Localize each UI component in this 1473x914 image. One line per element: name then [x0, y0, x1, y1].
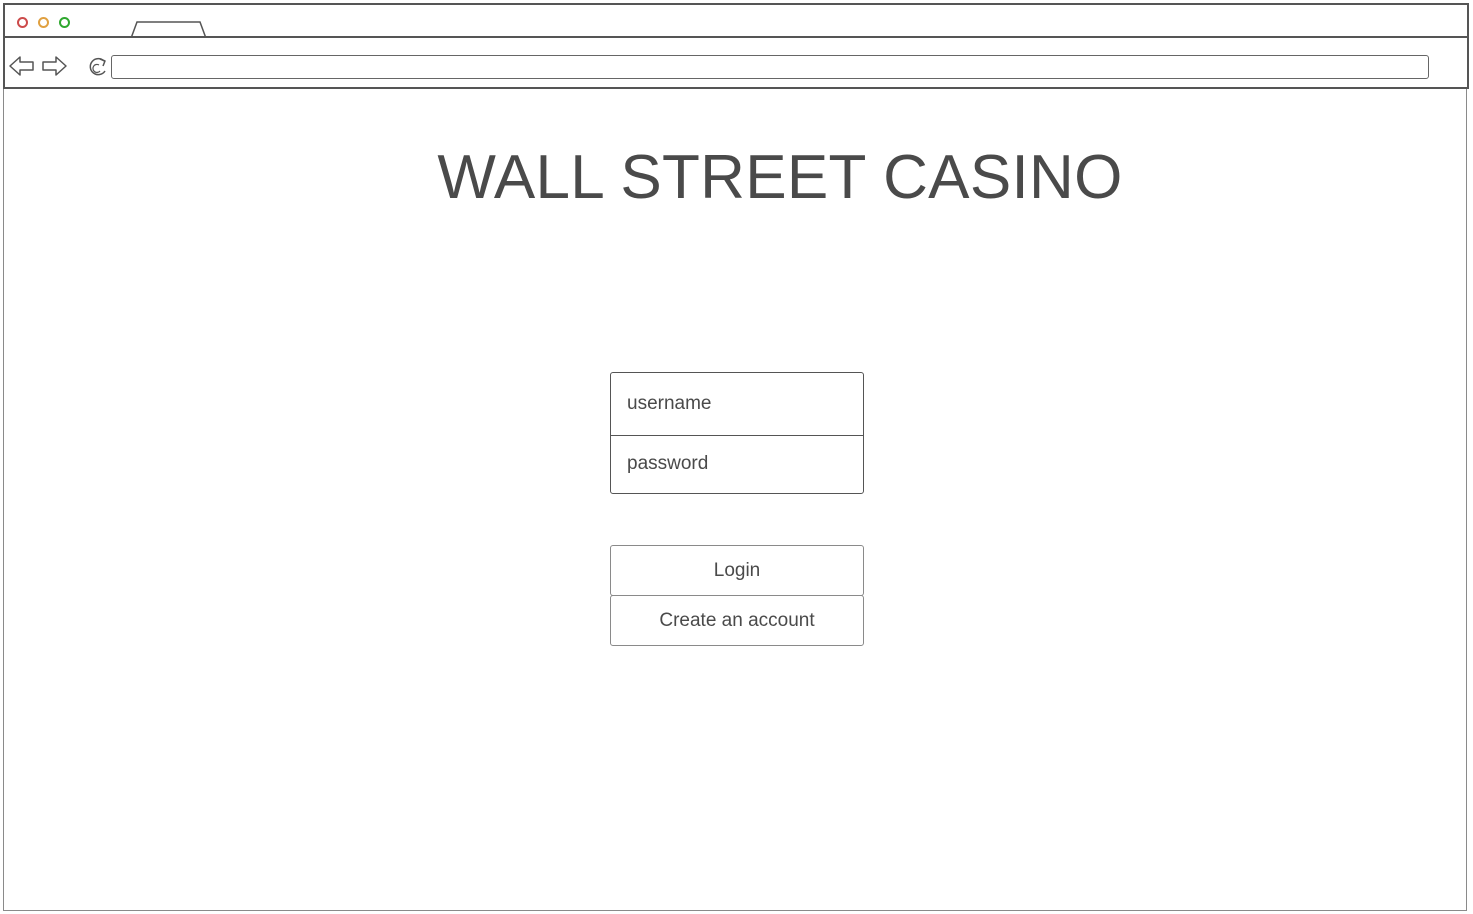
create-account-button[interactable]: Create an account: [610, 595, 864, 646]
arrow-right-icon[interactable]: [41, 55, 67, 77]
login-button[interactable]: Login: [610, 545, 864, 596]
username-input[interactable]: [611, 373, 863, 436]
minimize-window-dot[interactable]: [38, 17, 49, 28]
reload-icon[interactable]: [86, 55, 110, 79]
arrow-left-icon[interactable]: [9, 55, 35, 77]
close-window-dot[interactable]: [17, 17, 28, 28]
address-bar-input[interactable]: [111, 55, 1429, 79]
login-form: [610, 372, 864, 494]
page-title: WALL STREET CASINO: [437, 143, 1123, 212]
browser-titlebar: [3, 3, 1469, 42]
password-input[interactable]: [611, 436, 863, 492]
maximize-window-dot[interactable]: [59, 17, 70, 28]
